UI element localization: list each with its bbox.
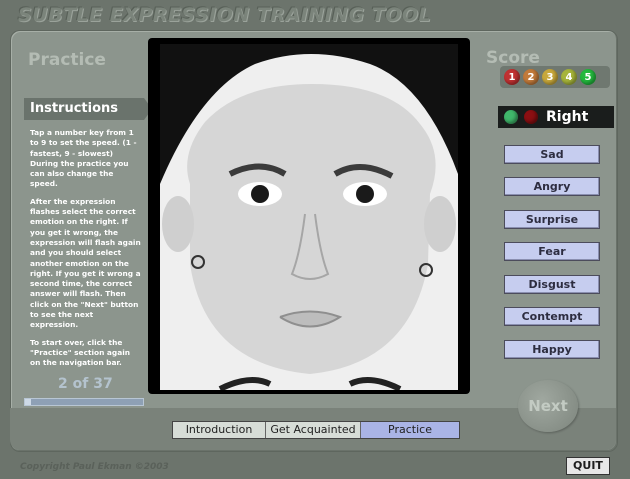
emotion-angry-button[interactable]: Angry xyxy=(504,177,600,196)
emotion-happy-button[interactable]: Happy xyxy=(504,340,600,359)
emotion-contempt-button[interactable]: Contempt xyxy=(504,307,600,326)
copyright: Copyright Paul Ekman ©2003 xyxy=(20,462,169,472)
instructions-heading: Instructions xyxy=(24,98,152,120)
instructions-paragraph: To start over, click the "Practice" sect… xyxy=(30,337,130,368)
photo-frame xyxy=(148,38,470,394)
green-indicator-icon xyxy=(504,110,518,124)
section-title: Practice xyxy=(28,50,106,70)
emotion-disgust-button[interactable]: Disgust xyxy=(504,275,600,294)
emotion-surprise-button[interactable]: Surprise xyxy=(504,210,600,229)
instructions-paragraph: Tap a number key from 1 to 9 to set the … xyxy=(30,128,137,189)
next-label: Next xyxy=(528,397,568,415)
result-box: Right xyxy=(498,106,614,128)
result-text: Right xyxy=(546,109,589,125)
next-button[interactable]: Next xyxy=(518,380,578,432)
face-photo xyxy=(160,44,458,390)
app-title: SUBTLE EXPRESSION TRAINING TOOL xyxy=(18,4,432,26)
progress-counter: 2 of 37 xyxy=(58,376,113,392)
score-speed-selector: 1 2 3 4 5 xyxy=(500,66,610,88)
nav-get-acquainted[interactable]: Get Acquainted xyxy=(266,422,361,438)
progress-bar xyxy=(24,398,144,406)
nav-practice[interactable]: Practice xyxy=(361,422,459,438)
quit-button[interactable]: QUIT xyxy=(566,457,610,475)
score-dot-1[interactable]: 1 xyxy=(504,69,520,85)
instructions-paragraph: After the expression flashes select the … xyxy=(30,196,141,330)
score-dot-3[interactable]: 3 xyxy=(542,69,558,85)
score-dot-5[interactable]: 5 xyxy=(580,69,596,85)
score-dot-4[interactable]: 4 xyxy=(561,69,577,85)
red-indicator-icon xyxy=(524,110,538,124)
navigation-bar: Introduction Get Acquainted Practice xyxy=(172,421,460,439)
score-title: Score xyxy=(486,48,540,68)
instructions-text: Tap a number key from 1 to 9 to set the … xyxy=(30,128,142,376)
emotion-sad-button[interactable]: Sad xyxy=(504,145,600,164)
face-illustration xyxy=(160,44,458,390)
progress-fill xyxy=(25,399,32,405)
nav-introduction[interactable]: Introduction xyxy=(173,422,266,438)
emotion-fear-button[interactable]: Fear xyxy=(504,242,600,261)
score-dot-2[interactable]: 2 xyxy=(523,69,539,85)
